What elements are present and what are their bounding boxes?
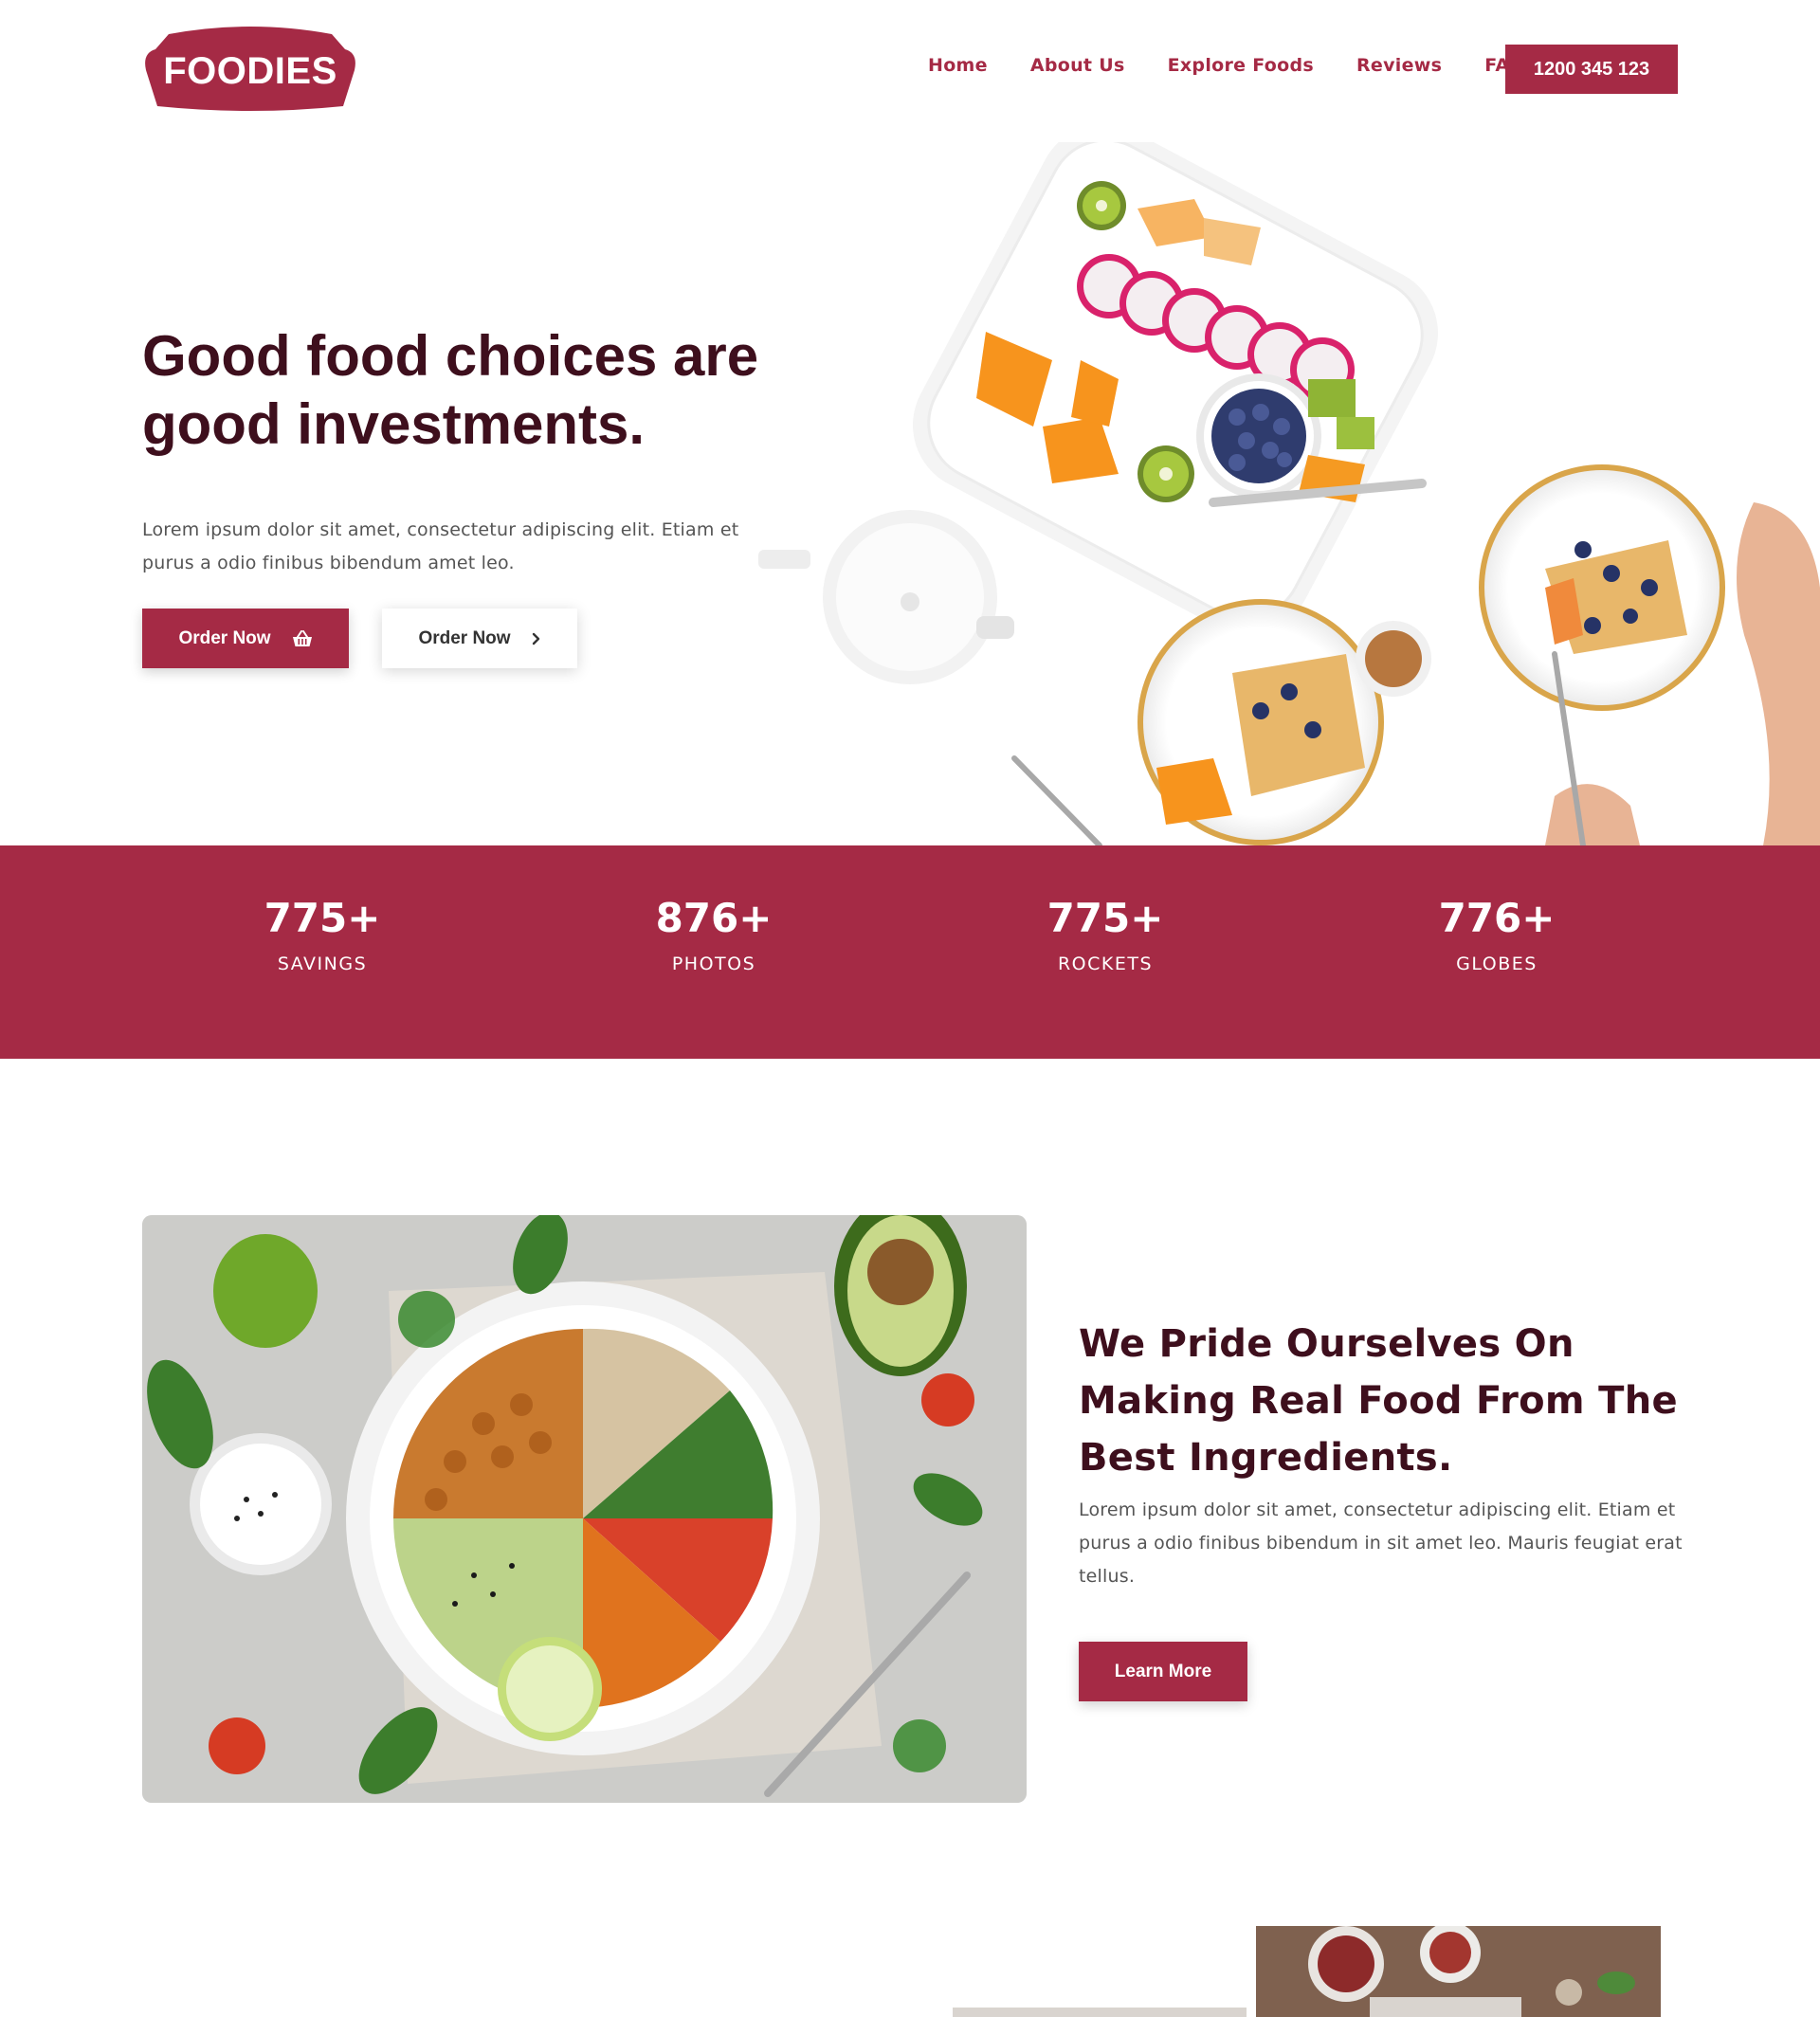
- stat-label: SAVINGS: [277, 954, 368, 974]
- bottom-secondary-image: [953, 2008, 1247, 2017]
- order-now-button[interactable]: Order Now: [142, 609, 349, 668]
- buddha-bowl-image: [142, 1215, 1027, 1803]
- stat-value: 776+: [1438, 895, 1556, 941]
- logo-text: FOODIES: [163, 49, 337, 92]
- nav-explore-foods[interactable]: Explore Foods: [1168, 55, 1314, 76]
- stat-label: GLOBES: [1456, 954, 1538, 974]
- foodies-logo[interactable]: FOODIES: [142, 25, 358, 114]
- stat-value: 775+: [1046, 895, 1164, 941]
- learn-more-button[interactable]: Learn More: [1079, 1642, 1247, 1701]
- stat-label: PHOTOS: [671, 954, 756, 974]
- stat-value: 876+: [655, 895, 773, 941]
- stat-value: 775+: [264, 895, 381, 941]
- order-now-secondary-button[interactable]: Order Now: [382, 609, 577, 668]
- site-header: FOODIES Home About Us Explore Foods Revi…: [0, 0, 1820, 142]
- stat-rockets: 775+ ROCKETS: [963, 895, 1247, 974]
- order-now-label: Order Now: [178, 627, 271, 648]
- stat-savings: 775+ SAVINGS: [180, 895, 464, 974]
- nav-about-us[interactable]: About Us: [1030, 55, 1125, 76]
- stats-band: 775+ SAVINGS 876+ PHOTOS 775+ ROCKETS 77…: [0, 845, 1820, 1059]
- about-text: Lorem ipsum dolor sit amet, consectetur …: [1079, 1499, 1683, 1587]
- stat-globes: 776+ GLOBES: [1355, 895, 1639, 974]
- phone-button[interactable]: 1200 345 123: [1505, 45, 1678, 94]
- main-nav: Home About Us Explore Foods Reviews FAQ: [928, 55, 1525, 76]
- hero-food-image: [758, 142, 1820, 845]
- hero-text: Lorem ipsum dolor sit amet, consectetur …: [142, 519, 739, 573]
- order-now-secondary-label: Order Now: [418, 627, 511, 648]
- about-title: We Pride Ourselves On Making Real Food F…: [1079, 1322, 1678, 1480]
- basket-icon: [292, 629, 313, 647]
- jam-jars-image: [1256, 1926, 1661, 2017]
- nav-reviews[interactable]: Reviews: [1356, 55, 1442, 76]
- stat-label: ROCKETS: [1057, 954, 1154, 974]
- stat-photos: 876+ PHOTOS: [572, 895, 856, 974]
- nav-home[interactable]: Home: [928, 55, 988, 76]
- chevron-right-icon: [532, 632, 541, 645]
- hero-section: Good food choices are good investments. …: [0, 142, 1820, 845]
- hero-title: Good food choices are good investments.: [142, 324, 759, 456]
